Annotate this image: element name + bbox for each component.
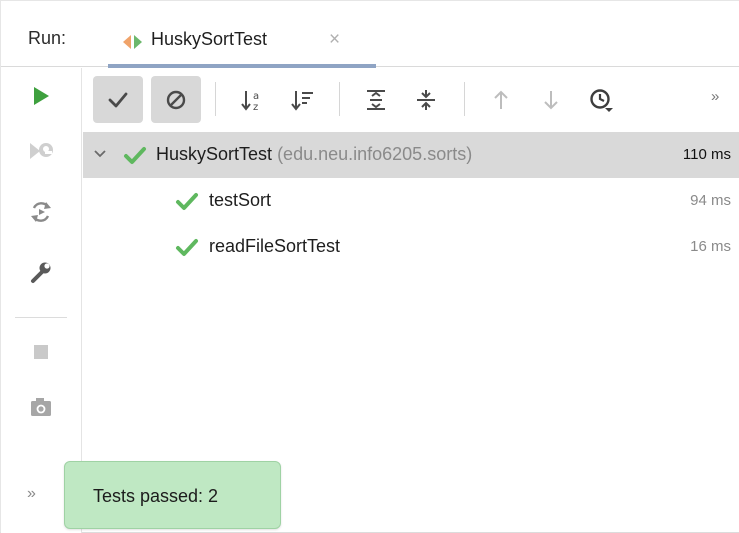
play-icon [31,85,51,107]
test-run-config-icon [122,34,144,50]
sort-alphabetically-button[interactable]: a z [228,76,278,123]
test-duration: 16 ms [690,238,731,255]
tab-title: HuskySortTest [151,29,268,49]
toggle-auto-test-button[interactable] [23,194,59,230]
expand-all-icon [364,88,388,112]
collapse-all-button[interactable] [401,76,451,123]
expand-all-button[interactable] [351,76,401,123]
arrow-up-icon [491,88,511,112]
auto-rerun-icon [29,199,53,225]
stop-icon [32,343,50,361]
run-tool-header: Run: HuskySortTest × [1,1,739,68]
show-passed-button[interactable] [93,76,143,123]
toolbar-separator [464,82,465,116]
tree-row-readfilesorttest[interactable]: readFileSortTest 16 ms [83,224,739,270]
tests-passed-toast[interactable]: Tests passed: 2 [64,461,281,529]
stop-button[interactable] [23,334,59,370]
more-toolbar-icon[interactable]: » [711,88,719,105]
sort-by-duration-button[interactable] [278,76,328,123]
toast-message: Tests passed: 2 [93,486,219,506]
passed-check-icon [175,191,199,211]
next-failed-button[interactable] [526,76,576,123]
toolbar-separator [15,317,67,318]
rerun-failed-button[interactable] [23,133,59,169]
sort-alpha-icon: a z [240,88,266,112]
settings-button[interactable] [23,254,59,290]
test-name: readFileSortTest [209,236,341,256]
chevron-down-icon[interactable] [92,146,108,162]
camera-icon [29,396,53,418]
tab-huskysorttest[interactable]: HuskySortTest × [108,11,376,68]
rerun-button[interactable] [23,78,59,114]
collapse-all-icon [414,88,438,112]
more-actions-icon[interactable]: » [27,485,36,503]
wrench-icon [29,260,53,284]
passed-check-icon [175,237,199,257]
run-label: Run: [28,28,67,48]
root-test-package: (edu.neu.info6205.sorts) [277,144,473,164]
root-test-duration: 110 ms [682,146,731,163]
test-history-button[interactable] [576,76,626,123]
svg-text:a: a [253,91,259,102]
test-duration: 94 ms [690,192,731,209]
rerun-failed-icon [27,138,55,164]
test-tree-toolbar: a z » [83,68,739,130]
passed-check-icon [123,145,147,165]
arrow-down-icon [541,88,561,112]
test-name: testSort [209,190,272,210]
screenshot-button[interactable] [23,389,59,425]
sort-duration-icon [290,88,316,112]
ignored-icon [165,89,187,111]
tree-row-root[interactable]: HuskySortTest (edu.neu.info6205.sorts) 1… [83,132,739,178]
tab-close-icon[interactable]: × [329,29,340,51]
previous-failed-button[interactable] [476,76,526,123]
run-tool-window: Run: HuskySortTest × » a z » HuskySortTe… [0,0,739,533]
tree-row-testsort[interactable]: testSort 94 ms [83,178,739,224]
toolbar-separator [215,82,216,116]
svg-text:z: z [253,102,258,112]
show-ignored-button[interactable] [151,76,201,123]
toolbar-separator [339,82,340,116]
root-test-name: HuskySortTest (edu.neu.info6205.sorts) [156,144,473,164]
check-icon [107,90,129,110]
clock-icon [588,87,614,113]
